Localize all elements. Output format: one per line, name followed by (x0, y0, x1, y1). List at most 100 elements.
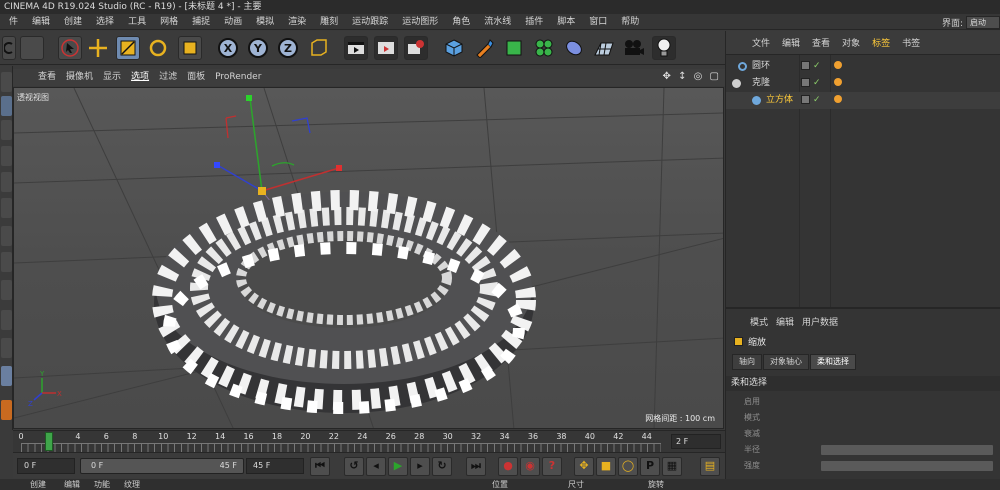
cube-primitive-icon[interactable] (442, 36, 466, 60)
y-axis-handle[interactable] (246, 95, 252, 101)
current-frame-field[interactable]: 2 F (671, 434, 721, 449)
attribute-menu-item[interactable]: 模式 (746, 315, 772, 328)
material-tag-icon[interactable] (834, 78, 842, 86)
menu-item[interactable]: 窗口 (582, 14, 614, 30)
menu-item[interactable]: 雕刻 (313, 14, 345, 30)
auto-key-icon[interactable]: ◉ (520, 457, 540, 476)
tab-edit[interactable]: 编辑 (64, 479, 80, 490)
menu-item[interactable]: 运动跟踪 (345, 14, 395, 30)
end-frame-field[interactable]: 45 F (246, 458, 304, 474)
deformer-icon[interactable] (562, 36, 586, 60)
z-axis-lock-button[interactable]: Z (276, 36, 300, 60)
mode-icon-11[interactable] (1, 338, 12, 358)
tab-position[interactable]: 位置 (492, 479, 508, 490)
mode-icon-12[interactable] (1, 366, 12, 386)
floor-environment-icon[interactable] (592, 36, 616, 60)
menu-item[interactable]: 捕捉 (185, 14, 217, 30)
viewport-menu-item[interactable]: 查看 (33, 69, 61, 86)
viewport-menu-item[interactable]: 摄像机 (61, 69, 98, 86)
scale-tool-icon[interactable] (116, 36, 140, 60)
object-manager-menu-item[interactable]: 查看 (806, 36, 836, 49)
timeline-ruler[interactable]: 0246810121416182022242628303234363840424… (13, 430, 725, 452)
mode-icon-4[interactable] (1, 146, 12, 166)
mode-icon-1[interactable] (1, 72, 12, 92)
render-settings-icon[interactable] (404, 36, 428, 60)
menu-item[interactable]: 渲染 (281, 14, 313, 30)
render-view-icon[interactable] (344, 36, 368, 60)
keyframe-selection-icon[interactable]: ? (542, 457, 562, 476)
object-manager-menu-item[interactable]: 编辑 (776, 36, 806, 49)
key-scale-icon[interactable]: ■ (596, 457, 616, 476)
next-frame-icon[interactable]: ▸ (410, 457, 430, 476)
camera-icon[interactable] (622, 36, 646, 60)
key-point-level-icon[interactable]: ▦ (662, 457, 682, 476)
light-icon[interactable] (652, 36, 676, 60)
rotate-tool-icon[interactable] (146, 36, 170, 60)
mode-icon-2[interactable] (1, 96, 12, 116)
mode-icon-6[interactable] (1, 198, 12, 218)
mode-icon-10[interactable] (1, 310, 12, 330)
attribute-slider[interactable] (821, 461, 993, 471)
object-origin-handle[interactable] (258, 187, 266, 195)
object-manager-menu-item[interactable]: 标签 (866, 36, 896, 49)
object-row-cube[interactable]: 立方体 ✓ (726, 92, 1000, 109)
attribute-menu-item[interactable]: 编辑 (772, 315, 798, 328)
key-parameter-icon[interactable]: P (640, 457, 660, 476)
object-manager-menu-item[interactable]: 书签 (896, 36, 926, 49)
next-key-icon[interactable]: ↻ (432, 457, 452, 476)
y-axis-lock-button[interactable]: Y (246, 36, 270, 60)
tab-texture[interactable]: 纹理 (124, 479, 140, 490)
viewport-menu-item[interactable]: 面板 (182, 69, 210, 86)
viewport-menu-item[interactable]: ProRender (210, 69, 266, 86)
key-rotation-icon[interactable]: ◯ (618, 457, 638, 476)
mode-icon-5[interactable] (1, 172, 12, 192)
attribute-tab[interactable]: 轴向 (732, 354, 762, 370)
timeline-window-icon[interactable]: ▤ (700, 457, 720, 476)
material-tag-icon[interactable] (834, 95, 842, 103)
object-row-torus[interactable]: 圆环 ✓ (726, 58, 1000, 75)
viewport-menu-item[interactable]: 选项 (126, 69, 154, 86)
tab-function[interactable]: 功能 (94, 479, 110, 490)
play-icon[interactable]: ▶ (388, 457, 408, 476)
select-arrow-icon[interactable] (58, 36, 82, 60)
pen-spline-icon[interactable] (472, 36, 496, 60)
menu-item[interactable]: 件 (2, 14, 25, 30)
mode-icon-8[interactable] (1, 252, 12, 272)
soft-selection-section-header[interactable]: 柔和选择 (726, 376, 1000, 391)
previous-frame-icon[interactable]: ◂ (366, 457, 386, 476)
move-tool-icon[interactable] (86, 36, 110, 60)
menu-item[interactable]: 角色 (445, 14, 477, 30)
goto-start-icon[interactable]: ⏮ (310, 457, 330, 476)
viewport-menu-item[interactable]: 过滤 (154, 69, 182, 86)
attribute-tab[interactable]: 对象轴心 (763, 354, 809, 370)
viewport-navigation-icons[interactable]: ✥ ↕ ◎ ▢ (663, 71, 721, 82)
menu-item[interactable]: 模拟 (249, 14, 281, 30)
goto-end-icon[interactable]: ⏭ (466, 457, 486, 476)
menu-item[interactable]: 网格 (153, 14, 185, 30)
visibility-toggles[interactable]: ✓ (801, 78, 831, 89)
render-picture-viewer-icon[interactable] (374, 36, 398, 60)
object-manager-menu-item[interactable]: 对象 (836, 36, 866, 49)
undo-icon[interactable] (2, 36, 16, 60)
recent-tool-icon[interactable] (178, 36, 202, 60)
perspective-viewport[interactable]: Y X Z 透视视图 网格间距 : 100 cm (13, 87, 724, 429)
attribute-slider[interactable] (821, 445, 993, 455)
menu-item[interactable]: 运动图形 (395, 14, 445, 30)
menu-item[interactable]: 选择 (89, 14, 121, 30)
mode-icon-9[interactable] (1, 280, 12, 300)
menu-item[interactable]: 创建 (57, 14, 89, 30)
preview-range-slider[interactable]: 0 F 45 F (80, 458, 244, 474)
x-axis-lock-button[interactable]: X (216, 36, 240, 60)
x-axis-handle[interactable] (336, 165, 342, 171)
tab-create[interactable]: 创建 (30, 479, 46, 490)
previous-key-icon[interactable]: ↺ (344, 457, 364, 476)
menu-item[interactable]: 动画 (217, 14, 249, 30)
redo-icon[interactable] (20, 36, 44, 60)
layout-dropdown[interactable]: 启动 (966, 15, 1000, 29)
timeline-playhead[interactable] (45, 432, 54, 451)
cloner-icon[interactable] (532, 36, 556, 60)
subdivision-surface-icon[interactable] (502, 36, 526, 60)
menu-item[interactable]: 帮助 (614, 14, 646, 30)
key-position-icon[interactable]: ✥ (574, 457, 594, 476)
z-axis-handle[interactable] (214, 162, 220, 168)
